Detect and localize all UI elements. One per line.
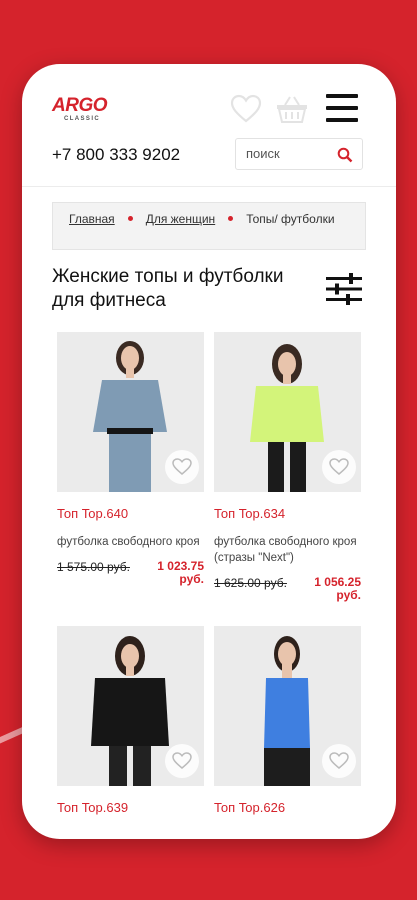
old-price: 1 575.00 руб. bbox=[57, 560, 130, 574]
product-image[interactable] bbox=[214, 332, 361, 492]
new-price: 1 023.75 руб. bbox=[157, 559, 204, 586]
product-name[interactable]: Топ Top.634 bbox=[214, 506, 361, 522]
logo[interactable]: ARGO CLASSIC bbox=[52, 96, 116, 123]
breadcrumb-separator bbox=[228, 216, 234, 222]
product-card[interactable]: Топ Top.639 bbox=[57, 626, 204, 816]
new-price: 1 056.25 руб. bbox=[314, 575, 361, 602]
phone-number[interactable]: +7 800 333 9202 bbox=[52, 145, 180, 165]
breadcrumb: Главная Для женщин Топы/ футболки bbox=[52, 202, 366, 250]
product-favorite-heart-icon[interactable] bbox=[165, 450, 199, 484]
page-title: Женские топы и футболки для фитнеса bbox=[52, 266, 284, 311]
product-card[interactable]: Топ Top.626 bbox=[214, 626, 361, 816]
phone-frame: ARGO CLASSIC +7 800 333 9202 Главная Для … bbox=[22, 64, 396, 839]
product-name[interactable]: Топ Top.626 bbox=[214, 800, 361, 816]
breadcrumb-women[interactable]: Для женщин bbox=[146, 212, 216, 226]
product-favorite-heart-icon[interactable] bbox=[322, 450, 356, 484]
product-description: футболка свободного кроя (стразы "Next") bbox=[214, 536, 357, 564]
old-price: 1 625.00 руб. bbox=[214, 576, 287, 590]
favorites-heart-icon[interactable] bbox=[230, 94, 262, 124]
breadcrumb-separator bbox=[127, 216, 133, 222]
product-name[interactable]: Топ Top.639 bbox=[57, 800, 204, 816]
breadcrumb-current: Топы/ футболки bbox=[246, 212, 335, 226]
product-name[interactable]: Топ Top.640 bbox=[57, 506, 204, 522]
search-box bbox=[235, 138, 363, 170]
breadcrumb-home[interactable]: Главная bbox=[69, 212, 115, 226]
filter-icon[interactable] bbox=[326, 272, 362, 306]
product-favorite-heart-icon[interactable] bbox=[322, 744, 356, 778]
logo-subtext: CLASSIC bbox=[64, 116, 101, 122]
product-favorite-heart-icon[interactable] bbox=[165, 744, 199, 778]
product-card[interactable]: Топ Top.640 футболка свободного кроя 1 5… bbox=[57, 332, 204, 594]
product-image[interactable] bbox=[57, 626, 204, 786]
logo-text: ARGO bbox=[52, 95, 108, 116]
product-description: футболка свободного кроя bbox=[57, 536, 200, 548]
search-icon[interactable] bbox=[337, 147, 353, 163]
menu-icon[interactable] bbox=[326, 94, 358, 124]
header-divider bbox=[22, 186, 396, 187]
product-card[interactable]: Топ Top.634 футболка свободного кроя (ст… bbox=[214, 332, 361, 610]
product-image[interactable] bbox=[214, 626, 361, 786]
search-input[interactable] bbox=[246, 146, 336, 161]
basket-icon[interactable] bbox=[275, 94, 309, 124]
product-image[interactable] bbox=[57, 332, 204, 492]
